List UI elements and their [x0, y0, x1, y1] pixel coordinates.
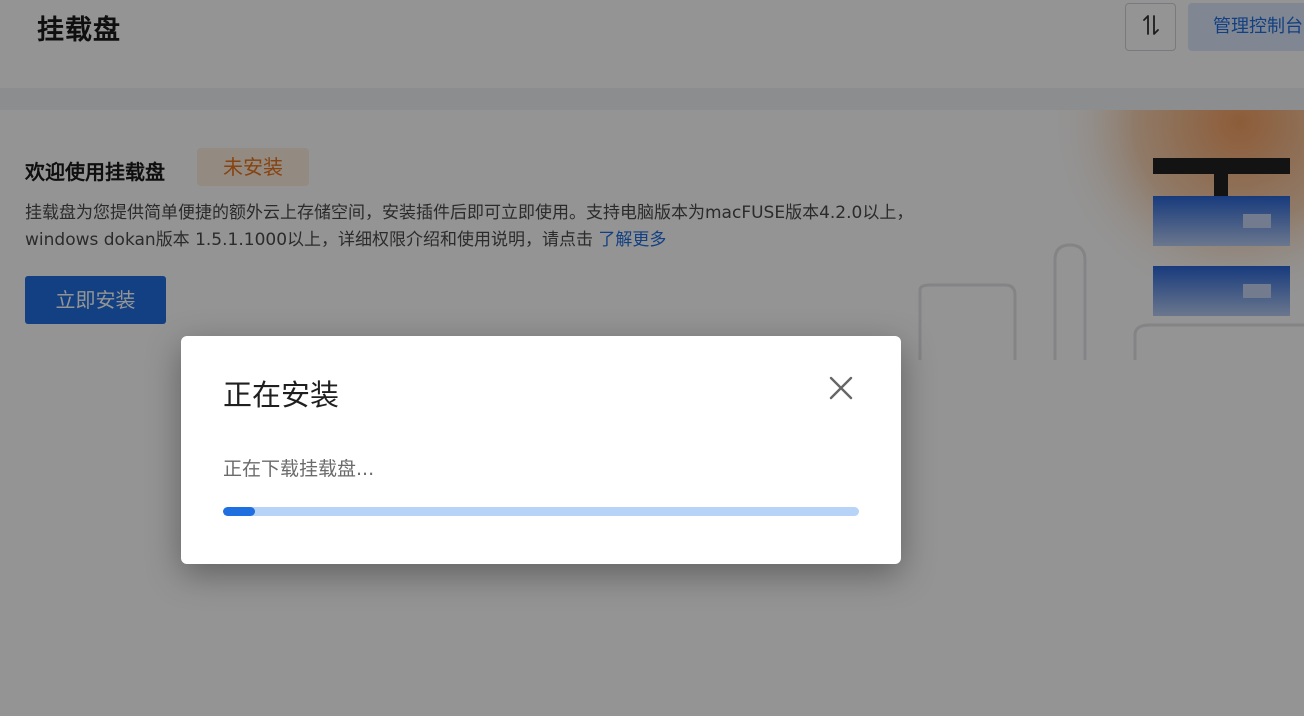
progress-bar — [223, 507, 859, 516]
install-progress-dialog: 正在安装 正在下载挂载盘... — [181, 336, 901, 564]
close-button[interactable] — [825, 374, 857, 406]
close-icon — [829, 376, 853, 404]
dialog-title: 正在安装 — [223, 378, 340, 412]
progress-bar-fill — [223, 507, 255, 516]
progress-status-text: 正在下载挂载盘... — [223, 458, 375, 480]
page: 挂载盘 管理控制台 欢迎使用挂载盘 未安装 挂载盘为您提供简单便捷的额外云上存储… — [0, 0, 1304, 716]
